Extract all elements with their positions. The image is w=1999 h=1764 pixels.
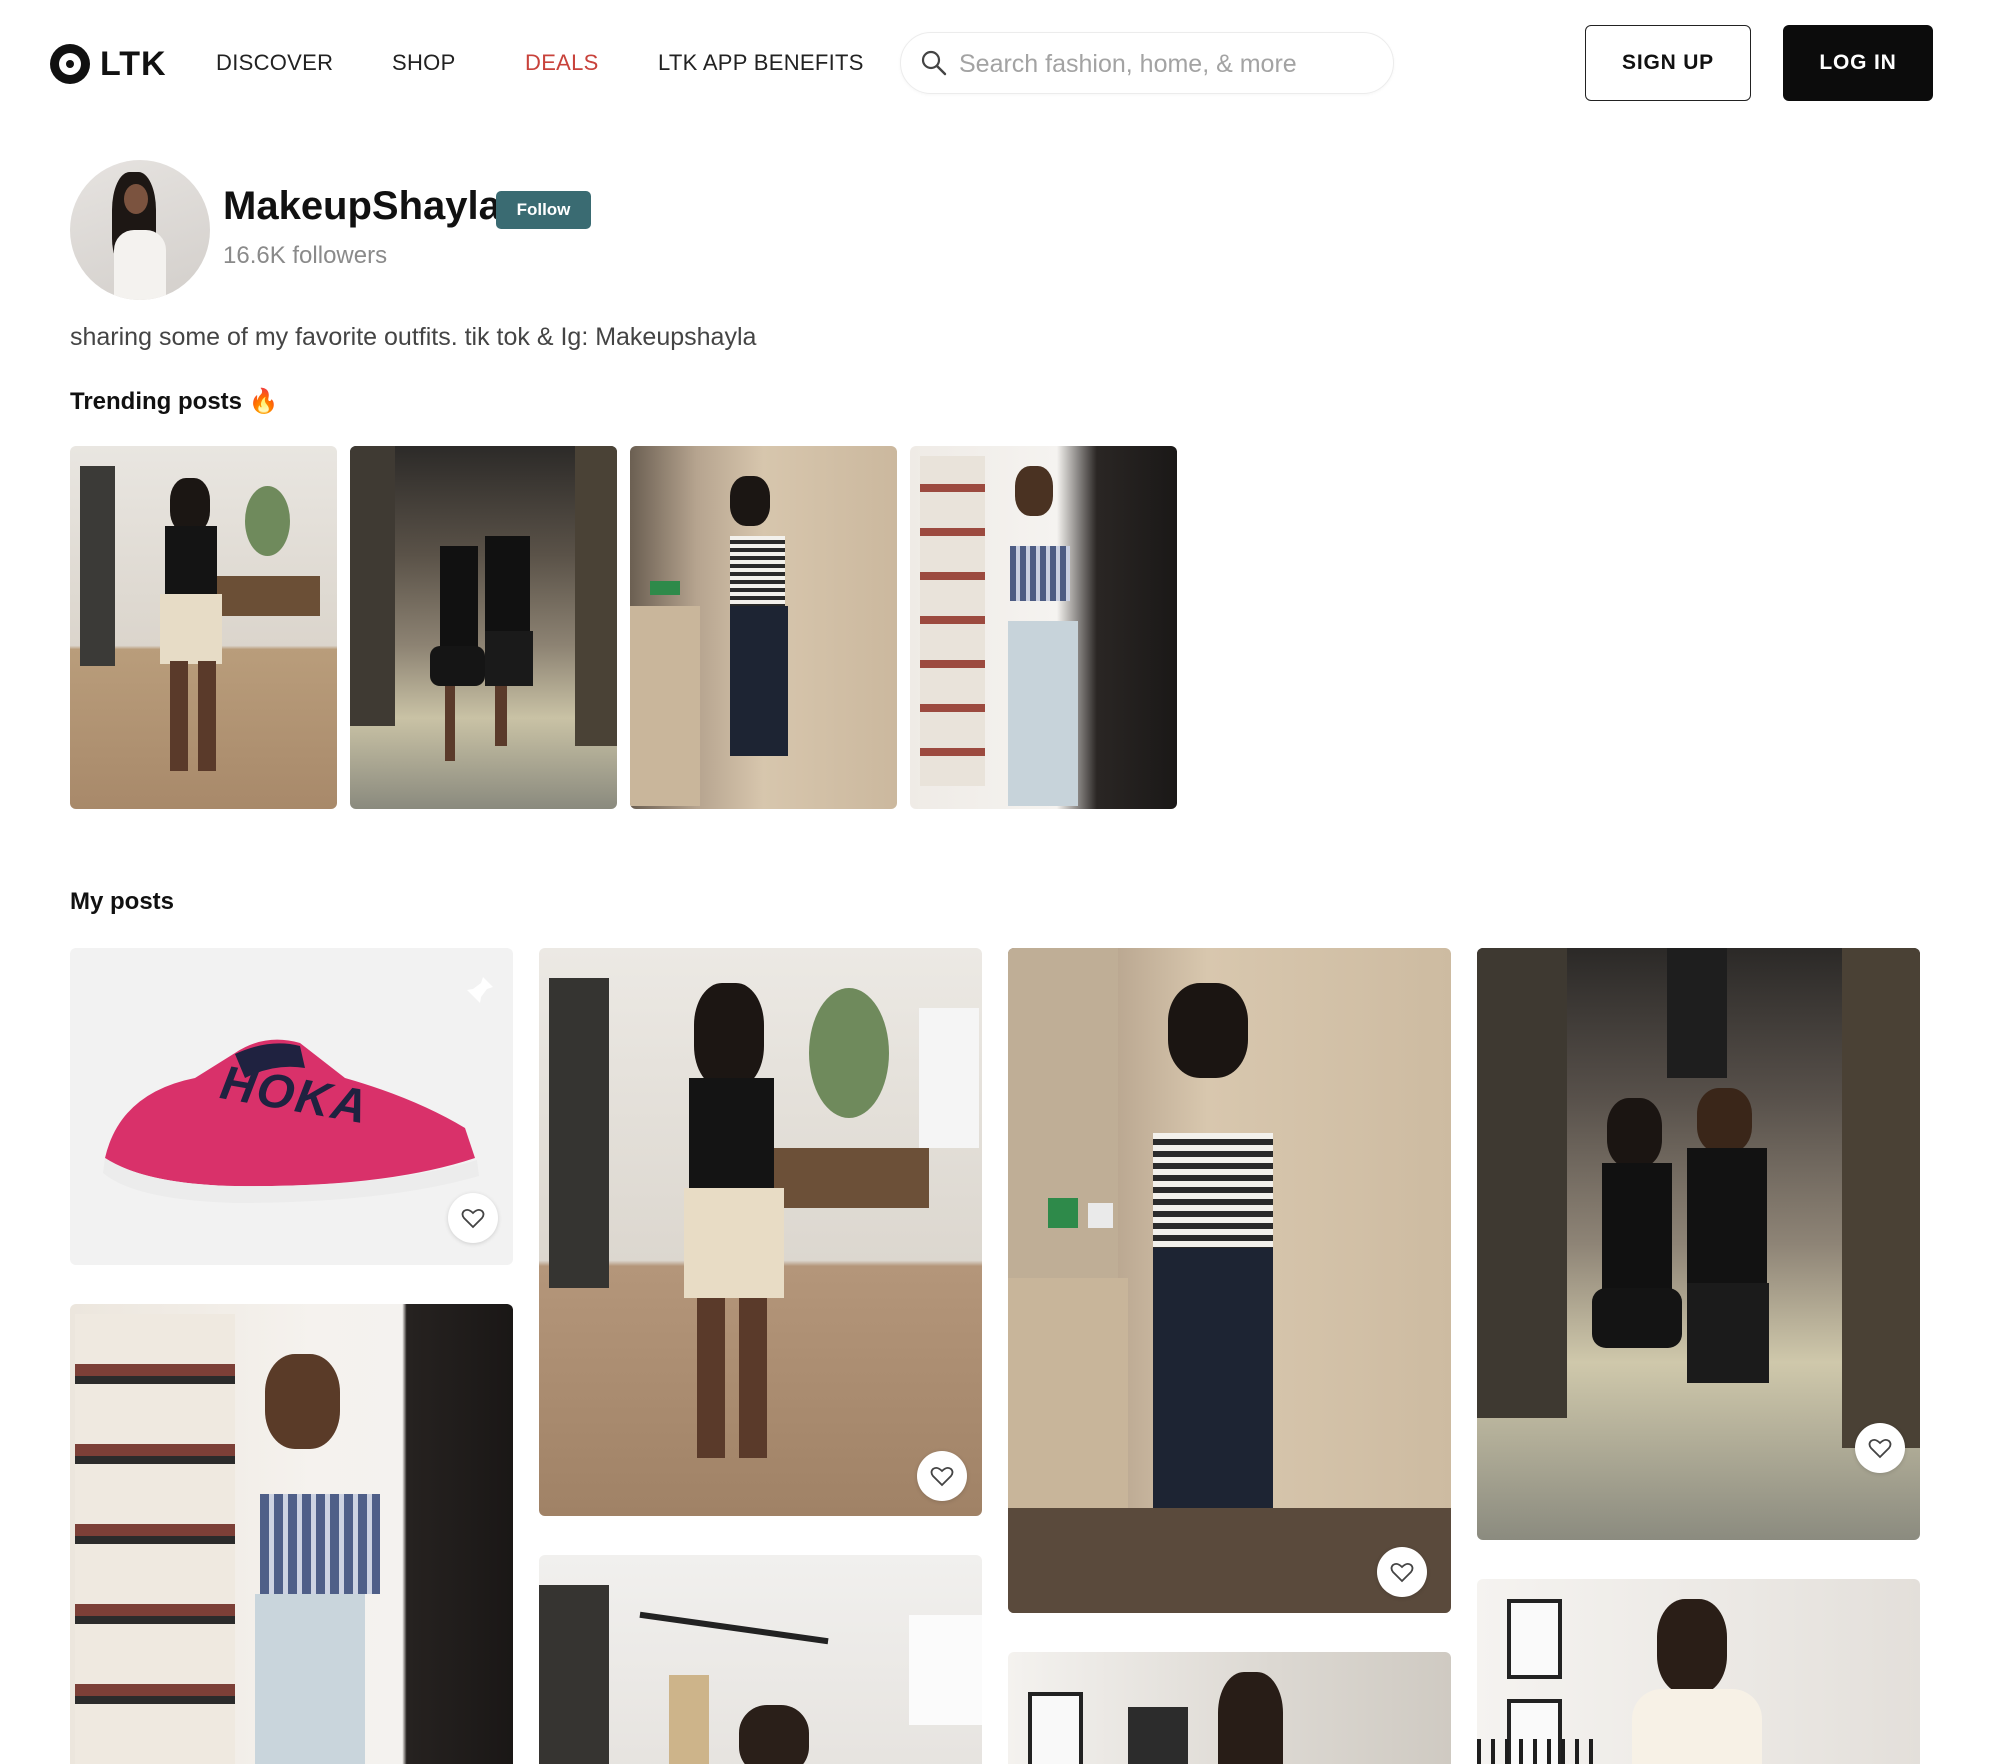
log-in-button[interactable]: LOG IN	[1783, 25, 1933, 101]
avatar	[70, 160, 210, 300]
favorite-heart-button[interactable]	[1855, 1423, 1905, 1473]
post-photo[interactable]	[539, 948, 982, 1516]
ltk-logo[interactable]: LTK	[50, 42, 167, 86]
favorite-heart-button[interactable]	[1377, 1547, 1427, 1597]
post-photo[interactable]	[539, 1555, 982, 1764]
trending-post[interactable]	[910, 446, 1177, 809]
nav-discover[interactable]: DISCOVER	[216, 50, 333, 76]
post-shoe-product[interactable]: HOKA	[70, 948, 513, 1265]
top-nav-bar: LTK DISCOVER SHOP DEALS LTK APP BENEFITS…	[0, 0, 1999, 128]
heart-icon	[461, 1208, 485, 1229]
pin-icon	[467, 977, 493, 1003]
trending-post[interactable]	[350, 446, 617, 809]
nav-ltk-app-benefits[interactable]: LTK APP BENEFITS	[658, 50, 864, 76]
search-input[interactable]	[959, 47, 1379, 81]
trending-posts-heading: Trending posts 🔥	[70, 388, 279, 415]
post-photo[interactable]	[1008, 1652, 1451, 1764]
follower-count: 16.6K followers	[223, 242, 388, 269]
post-photo[interactable]	[1008, 948, 1451, 1613]
follow-button[interactable]: Follow	[496, 191, 591, 229]
nav-shop[interactable]: SHOP	[392, 50, 456, 76]
nav-deals[interactable]: DEALS	[525, 50, 599, 76]
search-bar[interactable]	[900, 32, 1394, 94]
favorite-heart-button[interactable]	[448, 1193, 498, 1243]
trending-post[interactable]	[70, 446, 337, 809]
my-posts-heading: My posts	[70, 888, 175, 915]
heart-icon	[1390, 1562, 1414, 1583]
search-icon	[921, 50, 947, 76]
heart-icon	[930, 1466, 954, 1487]
post-photo[interactable]	[1477, 948, 1920, 1540]
profile-bio: sharing some of my favorite outfits. tik…	[70, 323, 757, 351]
ltk-logo-icon	[50, 44, 90, 84]
sign-up-button[interactable]: SIGN UP	[1585, 25, 1751, 101]
post-photo[interactable]	[70, 1304, 513, 1764]
heart-icon	[1868, 1438, 1892, 1459]
post-photo[interactable]	[1477, 1579, 1920, 1764]
trending-post[interactable]	[630, 446, 897, 809]
profile-name: MakeupShayla	[223, 184, 501, 228]
favorite-heart-button[interactable]	[917, 1451, 967, 1501]
ltk-logo-text: LTK	[100, 44, 167, 83]
